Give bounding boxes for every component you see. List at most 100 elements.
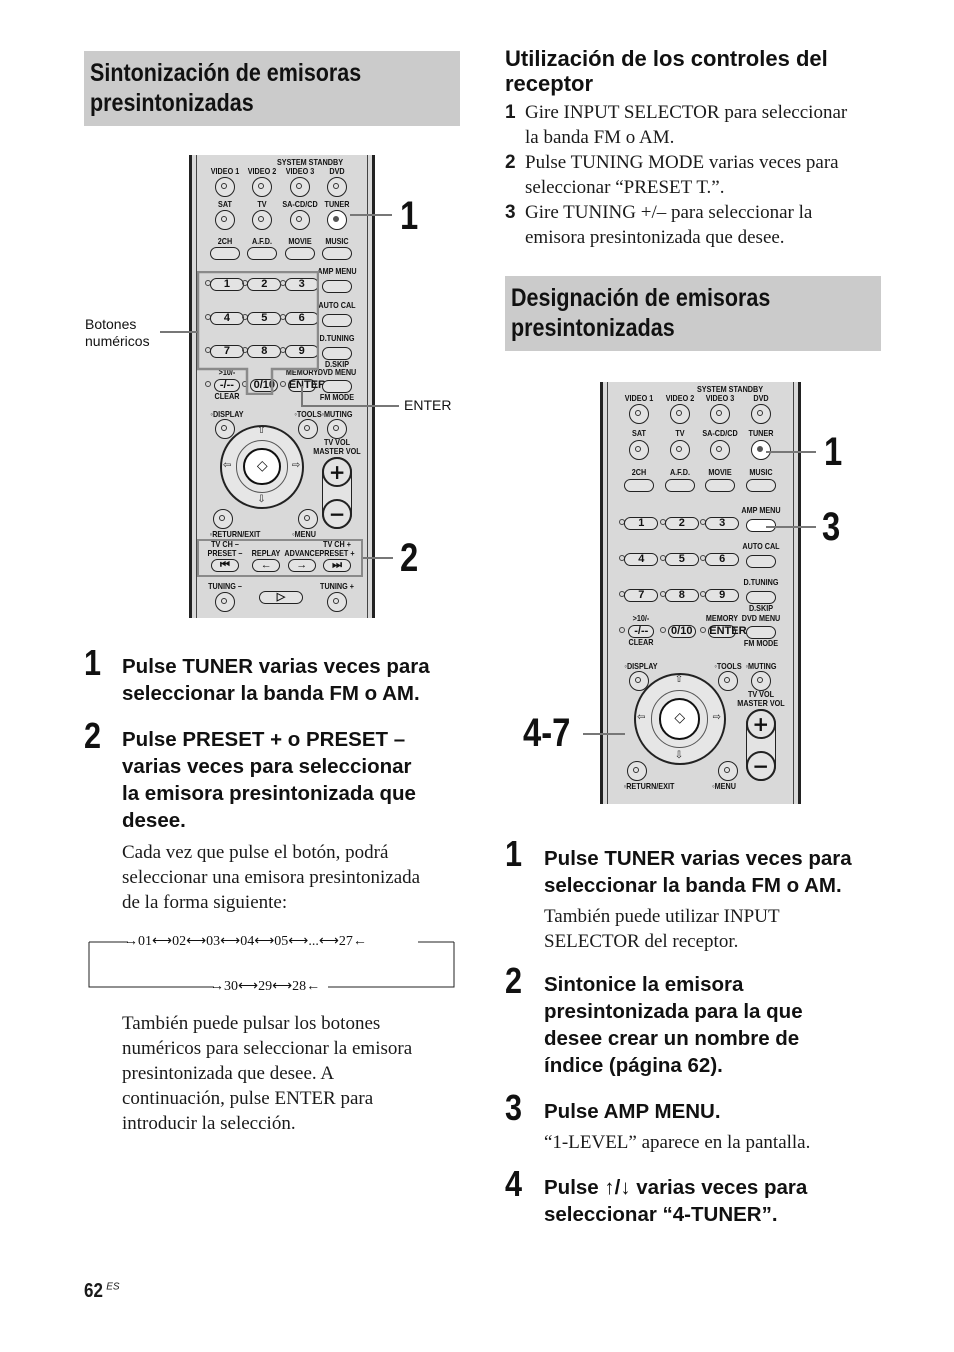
button-a-f-d-[interactable]	[247, 247, 278, 260]
button-amp-menu[interactable]	[322, 280, 353, 293]
naming-step-4-title: Pulse ↑/↓ varias veces para seleccionar …	[544, 1176, 808, 1226]
label-ten: >10/-	[632, 613, 650, 623]
callout-line-numeric	[160, 331, 198, 333]
arrow-right-icon[interactable]: ⇨	[292, 460, 300, 471]
label-display: ◦DISPLAY	[624, 661, 658, 671]
button-movie[interactable]	[705, 478, 736, 492]
callout-line-2-left	[363, 557, 393, 559]
arrow-up-icon[interactable]: ⇧	[257, 425, 265, 436]
button-return-exit[interactable]	[212, 508, 233, 529]
receiver-step-3: 3 Gire TUNING +/– para seleccionar la em…	[505, 202, 813, 248]
button-dvd[interactable]	[750, 404, 771, 424]
volume-down-button[interactable]: −	[745, 751, 776, 781]
label-tuner: TUNER	[324, 199, 350, 209]
dpad-enter-button[interactable]: ◇	[659, 698, 701, 740]
preset-group-outline	[197, 539, 363, 577]
button-auto-cal[interactable]	[322, 313, 353, 327]
label-d-skip: D.SKIP	[748, 603, 773, 613]
button-0-10[interactable]: 0/10	[667, 625, 696, 638]
button-tools[interactable]	[297, 418, 318, 439]
button-2ch[interactable]	[209, 247, 240, 260]
button-video-1[interactable]	[214, 177, 235, 197]
arrow-right-icon[interactable]: ⇨	[712, 712, 720, 723]
digit-button-8[interactable]: 8	[664, 589, 699, 602]
arrow-left-icon[interactable]: ⇦	[223, 460, 231, 471]
button-menu[interactable]	[297, 508, 318, 529]
button-enter[interactable]: ENTER	[708, 625, 747, 638]
button-video-3[interactable]	[289, 177, 310, 197]
digit-button-7[interactable]: 7	[624, 589, 659, 602]
callout-1-right: 1	[824, 430, 843, 474]
button-sat[interactable]	[629, 439, 650, 460]
naming-step-3-body: “1-LEVEL” aparece en la pantalla.	[544, 1132, 811, 1153]
button-tuner[interactable]	[750, 439, 771, 460]
label-return-exit: ◦RETURN/EXIT	[209, 528, 261, 539]
step-1-number: 1	[84, 642, 102, 683]
button-sa-cd-cd[interactable]	[710, 439, 731, 460]
arrow-down-icon[interactable]: ⇩	[675, 750, 683, 761]
volume-up-button[interactable]: +	[745, 709, 776, 739]
button-tuning-plus[interactable]	[327, 591, 348, 612]
button-video-2[interactable]	[669, 404, 690, 424]
annotation-enter: ENTER	[404, 397, 452, 413]
step-2-body: Cada vez que pulse el botón, podrá selec…	[122, 842, 421, 913]
button-2ch[interactable]	[624, 478, 655, 492]
label-master-vol: MASTER VOL	[737, 698, 785, 708]
arrow-up-icon[interactable]: ⇧	[675, 674, 683, 685]
button-music[interactable]	[322, 247, 353, 260]
numeric-group-outline	[197, 271, 319, 395]
digit-button-2[interactable]: 2	[664, 517, 699, 530]
button-sat[interactable]	[214, 210, 235, 230]
section-title-line2: presintonizadas	[90, 89, 254, 117]
button-muting[interactable]	[750, 671, 771, 691]
digit-button-4[interactable]: 4	[624, 553, 659, 566]
digit-button-9[interactable]: 9	[705, 589, 740, 602]
label-d-tuning: D.TUNING	[743, 577, 779, 587]
digit-button-3[interactable]: 3	[705, 517, 740, 530]
naming-step-2-title: Sintonice la emisora presintonizada para…	[544, 973, 803, 1077]
label-dvd: DVD	[329, 166, 345, 176]
digit-button-6[interactable]: 6	[705, 553, 740, 566]
label-tuning-plus: TUNING +	[320, 580, 355, 591]
button-music[interactable]	[745, 478, 776, 492]
callout-line-3-right	[766, 526, 816, 528]
label-tuner: TUNER	[748, 428, 774, 439]
label-muting: ◦MUTING	[745, 661, 777, 671]
button-tv[interactable]	[669, 439, 690, 460]
callout-3-right: 3	[822, 505, 841, 549]
volume-down-button[interactable]: −	[322, 498, 353, 529]
arrow-left-icon[interactable]: ⇦	[637, 712, 645, 723]
button-display[interactable]	[214, 418, 235, 439]
button-movie[interactable]	[284, 247, 315, 260]
button-sa-cd-cd[interactable]	[289, 210, 310, 230]
arrow-down-icon[interactable]: ⇩	[257, 494, 265, 505]
naming-step-3-number: 3	[505, 1087, 523, 1128]
label-menu: ◦MENU	[291, 528, 316, 539]
digit-button-1[interactable]: 1	[624, 517, 659, 530]
receiver-step-2: 2 Pulse TUNING MODE varias veces para se…	[505, 152, 839, 198]
naming-step-1-body: También puede utilizar INPUT SELECTOR de…	[544, 906, 780, 952]
label-amp-menu: AMP MENU	[741, 505, 781, 515]
label-fm-mode: FM MODE	[743, 638, 778, 648]
button-tuner[interactable]	[327, 210, 348, 230]
digit-button-5[interactable]: 5	[664, 553, 699, 566]
section-title-line1: Sintonización de emisoras	[90, 59, 362, 87]
button-dvd[interactable]	[327, 177, 348, 197]
label-muting: ◦MUTING	[321, 408, 353, 419]
naming-step-4-number: 4	[505, 1163, 523, 1204]
callout-1-left: 1	[400, 194, 419, 238]
preset-sequence-diagram: →01⟷02⟷03⟷04⟷05⟷...⟷27← →30⟷29⟷28←	[88, 932, 456, 994]
numeric-buttons-note: También puede pulsar los botones numéric…	[122, 1013, 413, 1134]
button-auto-cal[interactable]	[745, 555, 776, 568]
callout-2-left: 2	[400, 536, 419, 580]
button-a-f-d-[interactable]	[664, 478, 695, 492]
button-tuning-minus[interactable]	[214, 591, 235, 612]
label-return-exit: ◦RETURN/EXIT	[623, 781, 675, 791]
label-clear: CLEAR	[628, 637, 654, 647]
button-play[interactable]: ▷	[259, 590, 303, 604]
button-muting[interactable]	[327, 418, 348, 439]
volume-up-button[interactable]: +	[322, 456, 353, 487]
label-auto-cal: AUTO CAL	[742, 541, 780, 551]
receiver-steps-list: 1 Gire INPUT SELECTOR para seleccionar l…	[505, 100, 847, 250]
indicator-dot	[659, 627, 666, 633]
